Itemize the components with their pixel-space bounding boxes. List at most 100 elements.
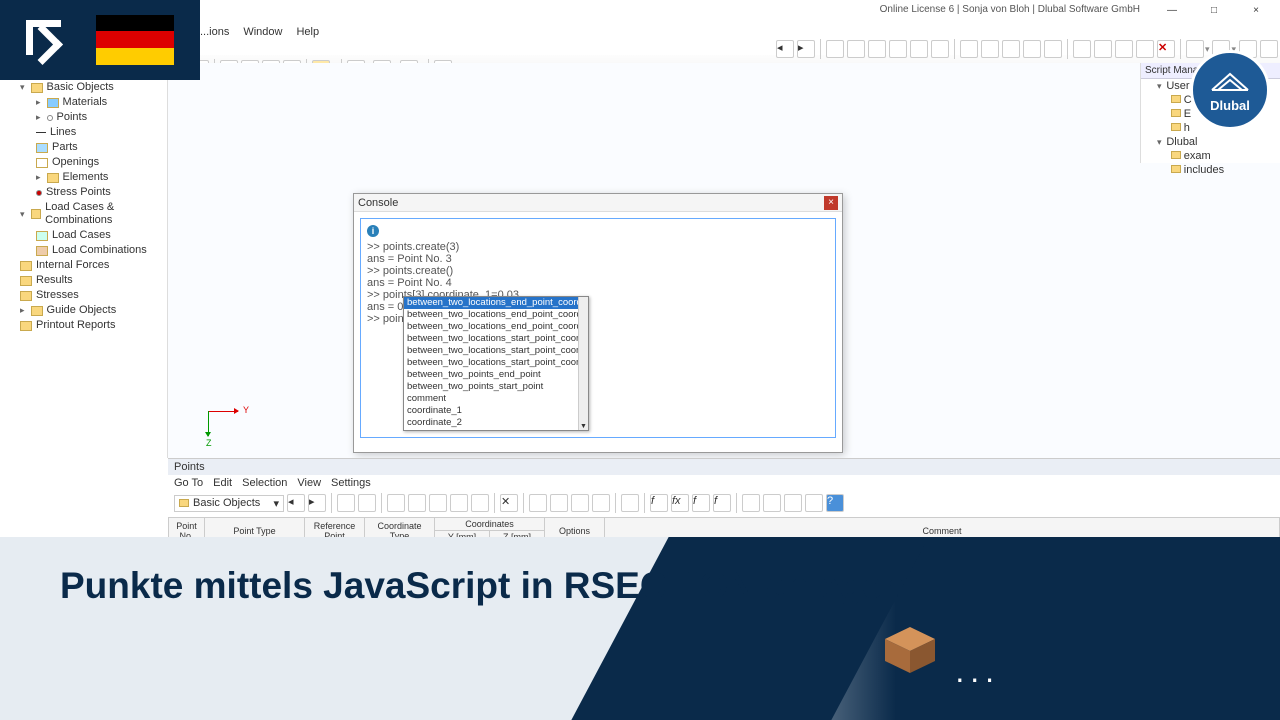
- pp-button[interactable]: [742, 494, 760, 512]
- pp-button[interactable]: f: [692, 494, 710, 512]
- toolbar-button[interactable]: [1002, 40, 1020, 58]
- toolbar-button[interactable]: [1260, 40, 1278, 58]
- toolbar-button[interactable]: ◂: [776, 40, 794, 58]
- ac-item[interactable]: coordinate_2: [404, 417, 588, 429]
- toolbar-button[interactable]: ▸: [797, 40, 815, 58]
- pp-help-button[interactable]: ?: [826, 494, 844, 512]
- ac-item[interactable]: between_two_locations_end_point_coordina…: [404, 297, 588, 309]
- toolbar-button[interactable]: [847, 40, 865, 58]
- ac-item[interactable]: between_two_points_start_point: [404, 381, 588, 393]
- ac-item[interactable]: between_two_locations_start_point_coordi…: [404, 345, 588, 357]
- toolbar-button[interactable]: [889, 40, 907, 58]
- minimize-button[interactable]: —: [1152, 0, 1192, 20]
- toolbar-button[interactable]: [960, 40, 978, 58]
- pp-menu-edit[interactable]: Edit: [213, 477, 232, 489]
- line-icon: [36, 132, 46, 133]
- pp-button[interactable]: fx: [671, 494, 689, 512]
- toolbar-button[interactable]: [1023, 40, 1041, 58]
- separator: [1180, 39, 1181, 59]
- folder-icon: [20, 321, 32, 331]
- sm-item[interactable]: includes: [1141, 163, 1280, 177]
- ac-item[interactable]: between_two_locations_end_point_coordina…: [404, 321, 588, 333]
- sm-dlubal[interactable]: ▾ Dlubal: [1141, 135, 1280, 149]
- tree-printout[interactable]: Printout Reports: [2, 318, 165, 333]
- pp-menu-view[interactable]: View: [297, 477, 321, 489]
- pp-dropdown[interactable]: Basic Objects▾: [174, 495, 284, 512]
- pp-button[interactable]: [387, 494, 405, 512]
- toolbar-button[interactable]: [1115, 40, 1133, 58]
- tree-materials[interactable]: ▸Materials: [2, 95, 165, 110]
- menu-item[interactable]: ...ions: [200, 26, 229, 38]
- toolbar-button[interactable]: [826, 40, 844, 58]
- toolbar-button[interactable]: [868, 40, 886, 58]
- pp-menu-settings[interactable]: Settings: [331, 477, 371, 489]
- scrollbar[interactable]: [578, 297, 588, 430]
- console-body[interactable]: i >> points.create(3) ans = Point No. 3 …: [360, 218, 836, 438]
- sm-item[interactable]: exam: [1141, 149, 1280, 163]
- tree-load-cases[interactable]: ▾Load Cases & Combinations: [2, 200, 165, 228]
- ac-item[interactable]: coordinate_1: [404, 405, 588, 417]
- menu-item-window[interactable]: Window: [243, 26, 282, 38]
- tree-openings[interactable]: Openings: [2, 155, 165, 170]
- pp-menu-selection[interactable]: Selection: [242, 477, 287, 489]
- tree-stress-points[interactable]: Stress Points: [2, 185, 165, 200]
- tree-basic-objects[interactable]: ▾Basic Objects: [2, 80, 165, 95]
- ac-item[interactable]: between_two_points_end_point: [404, 369, 588, 381]
- pp-button[interactable]: [621, 494, 639, 512]
- col-coords[interactable]: Coordinates: [435, 518, 545, 531]
- tree-internal-forces[interactable]: Internal Forces: [2, 258, 165, 273]
- tree-parts[interactable]: Parts: [2, 140, 165, 155]
- pp-button[interactable]: [805, 494, 823, 512]
- toolbar-button[interactable]: ✕: [1157, 40, 1175, 58]
- canvas[interactable]: Y Z Y Z Console × i >> points.create(3) …: [168, 63, 1280, 458]
- pp-button[interactable]: [763, 494, 781, 512]
- menu-item-help[interactable]: Help: [296, 26, 319, 38]
- pp-button[interactable]: [471, 494, 489, 512]
- pp-menu-goto[interactable]: Go To: [174, 477, 203, 489]
- maximize-button[interactable]: □: [1194, 0, 1234, 20]
- toolbar-button[interactable]: [1094, 40, 1112, 58]
- console-window: Console × i >> points.create(3) ans = Po…: [353, 193, 843, 453]
- pp-nav-next[interactable]: ▸: [308, 494, 326, 512]
- tree-lco[interactable]: Load Combinations: [2, 243, 165, 258]
- tree-guide-objects[interactable]: ▸Guide Objects: [2, 303, 165, 318]
- folder-icon: [20, 291, 32, 301]
- pp-button[interactable]: [358, 494, 376, 512]
- close-button[interactable]: ×: [1236, 0, 1276, 20]
- toolbar-button[interactable]: [931, 40, 949, 58]
- toolbar-button[interactable]: [910, 40, 928, 58]
- pp-button[interactable]: ✕: [500, 494, 518, 512]
- pp-button[interactable]: [429, 494, 447, 512]
- ac-item[interactable]: coordinate_system: [404, 429, 588, 431]
- tree-lines[interactable]: Lines: [2, 125, 165, 140]
- pp-button[interactable]: [529, 494, 547, 512]
- ac-item[interactable]: between_two_locations_end_point_coordina…: [404, 309, 588, 321]
- toolbar-button[interactable]: [1136, 40, 1154, 58]
- toolbar-button[interactable]: [1073, 40, 1091, 58]
- pp-button[interactable]: f: [713, 494, 731, 512]
- pp-button[interactable]: [550, 494, 568, 512]
- toolbar-button[interactable]: [1044, 40, 1062, 58]
- pp-button[interactable]: f: [650, 494, 668, 512]
- ac-item[interactable]: between_two_locations_start_point_coordi…: [404, 333, 588, 345]
- tree-stresses[interactable]: Stresses: [2, 288, 165, 303]
- points-panel-title: Points: [168, 459, 1280, 475]
- tree-elements[interactable]: ▸Elements: [2, 170, 165, 185]
- pp-button[interactable]: [337, 494, 355, 512]
- tree-lc[interactable]: Load Cases: [2, 228, 165, 243]
- pp-button[interactable]: [408, 494, 426, 512]
- pp-button[interactable]: [784, 494, 802, 512]
- ac-item[interactable]: between_two_locations_start_point_coordi…: [404, 357, 588, 369]
- toolbar-button[interactable]: [1186, 40, 1204, 58]
- tree-points[interactable]: ▸Points: [2, 110, 165, 125]
- console-close-button[interactable]: ×: [824, 196, 838, 210]
- toolbar-button[interactable]: [981, 40, 999, 58]
- ac-item[interactable]: comment: [404, 393, 588, 405]
- pp-nav-prev[interactable]: ◂: [287, 494, 305, 512]
- navigator-tree: ▾Beispiel.rsc* | RSECTION ▾Basic Objects…: [0, 63, 168, 458]
- pp-button[interactable]: [571, 494, 589, 512]
- pp-button[interactable]: [450, 494, 468, 512]
- separator: [1067, 39, 1068, 59]
- tree-results[interactable]: Results: [2, 273, 165, 288]
- pp-button[interactable]: [592, 494, 610, 512]
